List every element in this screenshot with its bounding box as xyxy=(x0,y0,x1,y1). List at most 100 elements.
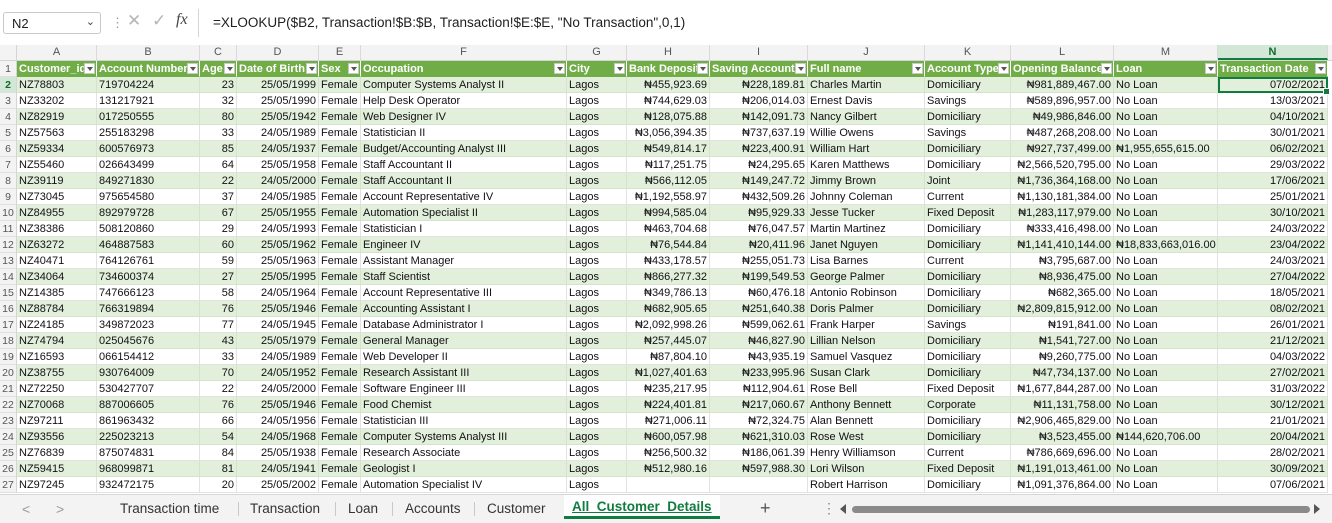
header-cell[interactable]: Date of Birth xyxy=(237,61,319,77)
table-cell[interactable]: Food Chemist xyxy=(361,397,567,413)
table-cell[interactable]: 66 xyxy=(200,413,237,429)
table-cell[interactable]: 875074831 xyxy=(97,445,200,461)
table-cell[interactable]: ₦621,310.03 xyxy=(710,429,808,445)
row-number[interactable]: 1 xyxy=(0,61,17,77)
table-cell[interactable]: 968099871 xyxy=(97,461,200,477)
table-cell[interactable]: NZ33202 xyxy=(17,93,97,109)
table-cell[interactable]: ₦112,904.61 xyxy=(710,381,808,397)
table-cell[interactable]: Computer Systems Analyst III xyxy=(361,429,567,445)
table-cell[interactable]: 32 xyxy=(200,93,237,109)
table-cell[interactable]: No Loan xyxy=(1114,173,1218,189)
table-cell[interactable]: 04/10/2021 xyxy=(1218,109,1328,125)
table-cell[interactable]: Assistant Manager xyxy=(361,253,567,269)
table-cell[interactable]: 85 xyxy=(200,141,237,157)
table-cell[interactable]: Domiciliary xyxy=(925,333,1011,349)
table-cell[interactable]: ₦1,027,401.63 xyxy=(627,365,710,381)
table-cell[interactable]: 25/05/1990 xyxy=(237,93,319,109)
select-all-corner[interactable] xyxy=(0,45,17,60)
table-cell[interactable]: ₦549,814.17 xyxy=(627,141,710,157)
table-cell[interactable]: ₦1,541,727.00 xyxy=(1011,333,1114,349)
table-cell[interactable]: Lagos xyxy=(567,285,627,301)
table-cell[interactable]: 24/05/1968 xyxy=(237,429,319,445)
table-cell[interactable]: ₦566,112.05 xyxy=(627,173,710,189)
table-cell[interactable]: Database Administrator I xyxy=(361,317,567,333)
table-cell[interactable]: ₦1,141,410,144.00 xyxy=(1011,237,1114,253)
table-cell[interactable]: Female xyxy=(319,189,361,205)
table-cell[interactable]: NZ59415 xyxy=(17,461,97,477)
table-cell[interactable]: Domiciliary xyxy=(925,301,1011,317)
filter-dropdown-icon[interactable] xyxy=(1205,63,1216,74)
table-cell[interactable]: 25/05/1979 xyxy=(237,333,319,349)
column-header-h[interactable]: H xyxy=(627,45,710,60)
table-cell[interactable]: William Hart xyxy=(808,141,925,157)
tab-loan[interactable]: Loan xyxy=(348,501,378,516)
table-cell[interactable]: 30/01/2021 xyxy=(1218,125,1328,141)
table-cell[interactable]: Engineer IV xyxy=(361,237,567,253)
table-cell[interactable]: 28/02/2021 xyxy=(1218,445,1328,461)
table-cell[interactable]: 21/01/2021 xyxy=(1218,413,1328,429)
row-number[interactable]: 25 xyxy=(0,445,17,461)
table-cell[interactable]: ₦600,057.98 xyxy=(627,429,710,445)
table-cell[interactable]: ₦256,500.32 xyxy=(627,445,710,461)
table-cell[interactable]: NZ39119 xyxy=(17,173,97,189)
table-cell[interactable]: 25/05/1963 xyxy=(237,253,319,269)
table-cell[interactable]: ₦206,014.03 xyxy=(710,93,808,109)
row-number[interactable]: 18 xyxy=(0,333,17,349)
table-cell[interactable]: Lagos xyxy=(567,477,627,493)
table-cell[interactable]: Lagos xyxy=(567,109,627,125)
table-cell[interactable]: 764126761 xyxy=(97,253,200,269)
table-cell[interactable]: ₦589,896,957.00 xyxy=(1011,93,1114,109)
table-cell[interactable]: 24/05/1985 xyxy=(237,189,319,205)
table-cell[interactable]: Rose West xyxy=(808,429,925,445)
table-cell[interactable]: Female xyxy=(319,445,361,461)
filter-dropdown-icon[interactable] xyxy=(554,63,565,74)
table-cell[interactable]: 225023213 xyxy=(97,429,200,445)
table-cell[interactable]: 17/06/2021 xyxy=(1218,173,1328,189)
table-cell[interactable]: Lagos xyxy=(567,445,627,461)
table-cell[interactable]: Savings xyxy=(925,93,1011,109)
table-cell[interactable]: 24/05/1937 xyxy=(237,141,319,157)
table-cell[interactable]: Staff Scientist xyxy=(361,269,567,285)
table-cell[interactable]: 59 xyxy=(200,253,237,269)
table-cell[interactable]: ₦49,986,846.00 xyxy=(1011,109,1114,125)
table-cell[interactable]: ₦128,075.88 xyxy=(627,109,710,125)
table-cell[interactable]: 930764009 xyxy=(97,365,200,381)
table-cell[interactable]: Domiciliary xyxy=(925,237,1011,253)
table-cell[interactable]: 066154412 xyxy=(97,349,200,365)
table-cell[interactable]: Female xyxy=(319,253,361,269)
table-cell[interactable]: Lagos xyxy=(567,461,627,477)
table-cell[interactable]: Domiciliary xyxy=(925,141,1011,157)
table-cell[interactable]: 30/10/2021 xyxy=(1218,205,1328,221)
table-cell[interactable]: ₦3,056,394.35 xyxy=(627,125,710,141)
table-cell[interactable]: Research Associate xyxy=(361,445,567,461)
table-cell[interactable]: 21/12/2021 xyxy=(1218,333,1328,349)
filter-dropdown-icon[interactable] xyxy=(697,63,708,74)
row-number[interactable]: 9 xyxy=(0,189,17,205)
table-cell[interactable]: Female xyxy=(319,221,361,237)
table-cell[interactable]: NZ93556 xyxy=(17,429,97,445)
table-cell[interactable]: ₦1,130,181,384.00 xyxy=(1011,189,1114,205)
table-cell[interactable]: Accounting Assistant I xyxy=(361,301,567,317)
table-cell[interactable]: 13/03/2021 xyxy=(1218,93,1328,109)
table-cell[interactable]: 20/04/2021 xyxy=(1218,429,1328,445)
table-cell[interactable]: Lagos xyxy=(567,397,627,413)
table-cell[interactable]: NZ63272 xyxy=(17,237,97,253)
table-cell[interactable]: 25/05/2002 xyxy=(237,477,319,493)
scroll-tabs-right-icon[interactable]: > xyxy=(56,501,64,517)
table-cell[interactable]: Martin Martinez xyxy=(808,221,925,237)
table-cell[interactable]: NZ97211 xyxy=(17,413,97,429)
table-cell[interactable]: Female xyxy=(319,365,361,381)
table-cell[interactable]: NZ97245 xyxy=(17,477,97,493)
row-number[interactable]: 20 xyxy=(0,365,17,381)
table-cell[interactable]: 30/09/2021 xyxy=(1218,461,1328,477)
table-cell[interactable]: Lisa Barnes xyxy=(808,253,925,269)
column-header-d[interactable]: D xyxy=(237,45,319,60)
row-number[interactable]: 2 xyxy=(0,77,17,93)
table-cell[interactable]: Computer Systems Analyst II xyxy=(361,77,567,93)
table-cell[interactable]: Lagos xyxy=(567,349,627,365)
table-cell[interactable]: Account Representative III xyxy=(361,285,567,301)
table-cell[interactable]: Lagos xyxy=(567,237,627,253)
row-number[interactable]: 14 xyxy=(0,269,17,285)
table-cell[interactable]: 76 xyxy=(200,397,237,413)
table-cell[interactable]: 508120860 xyxy=(97,221,200,237)
